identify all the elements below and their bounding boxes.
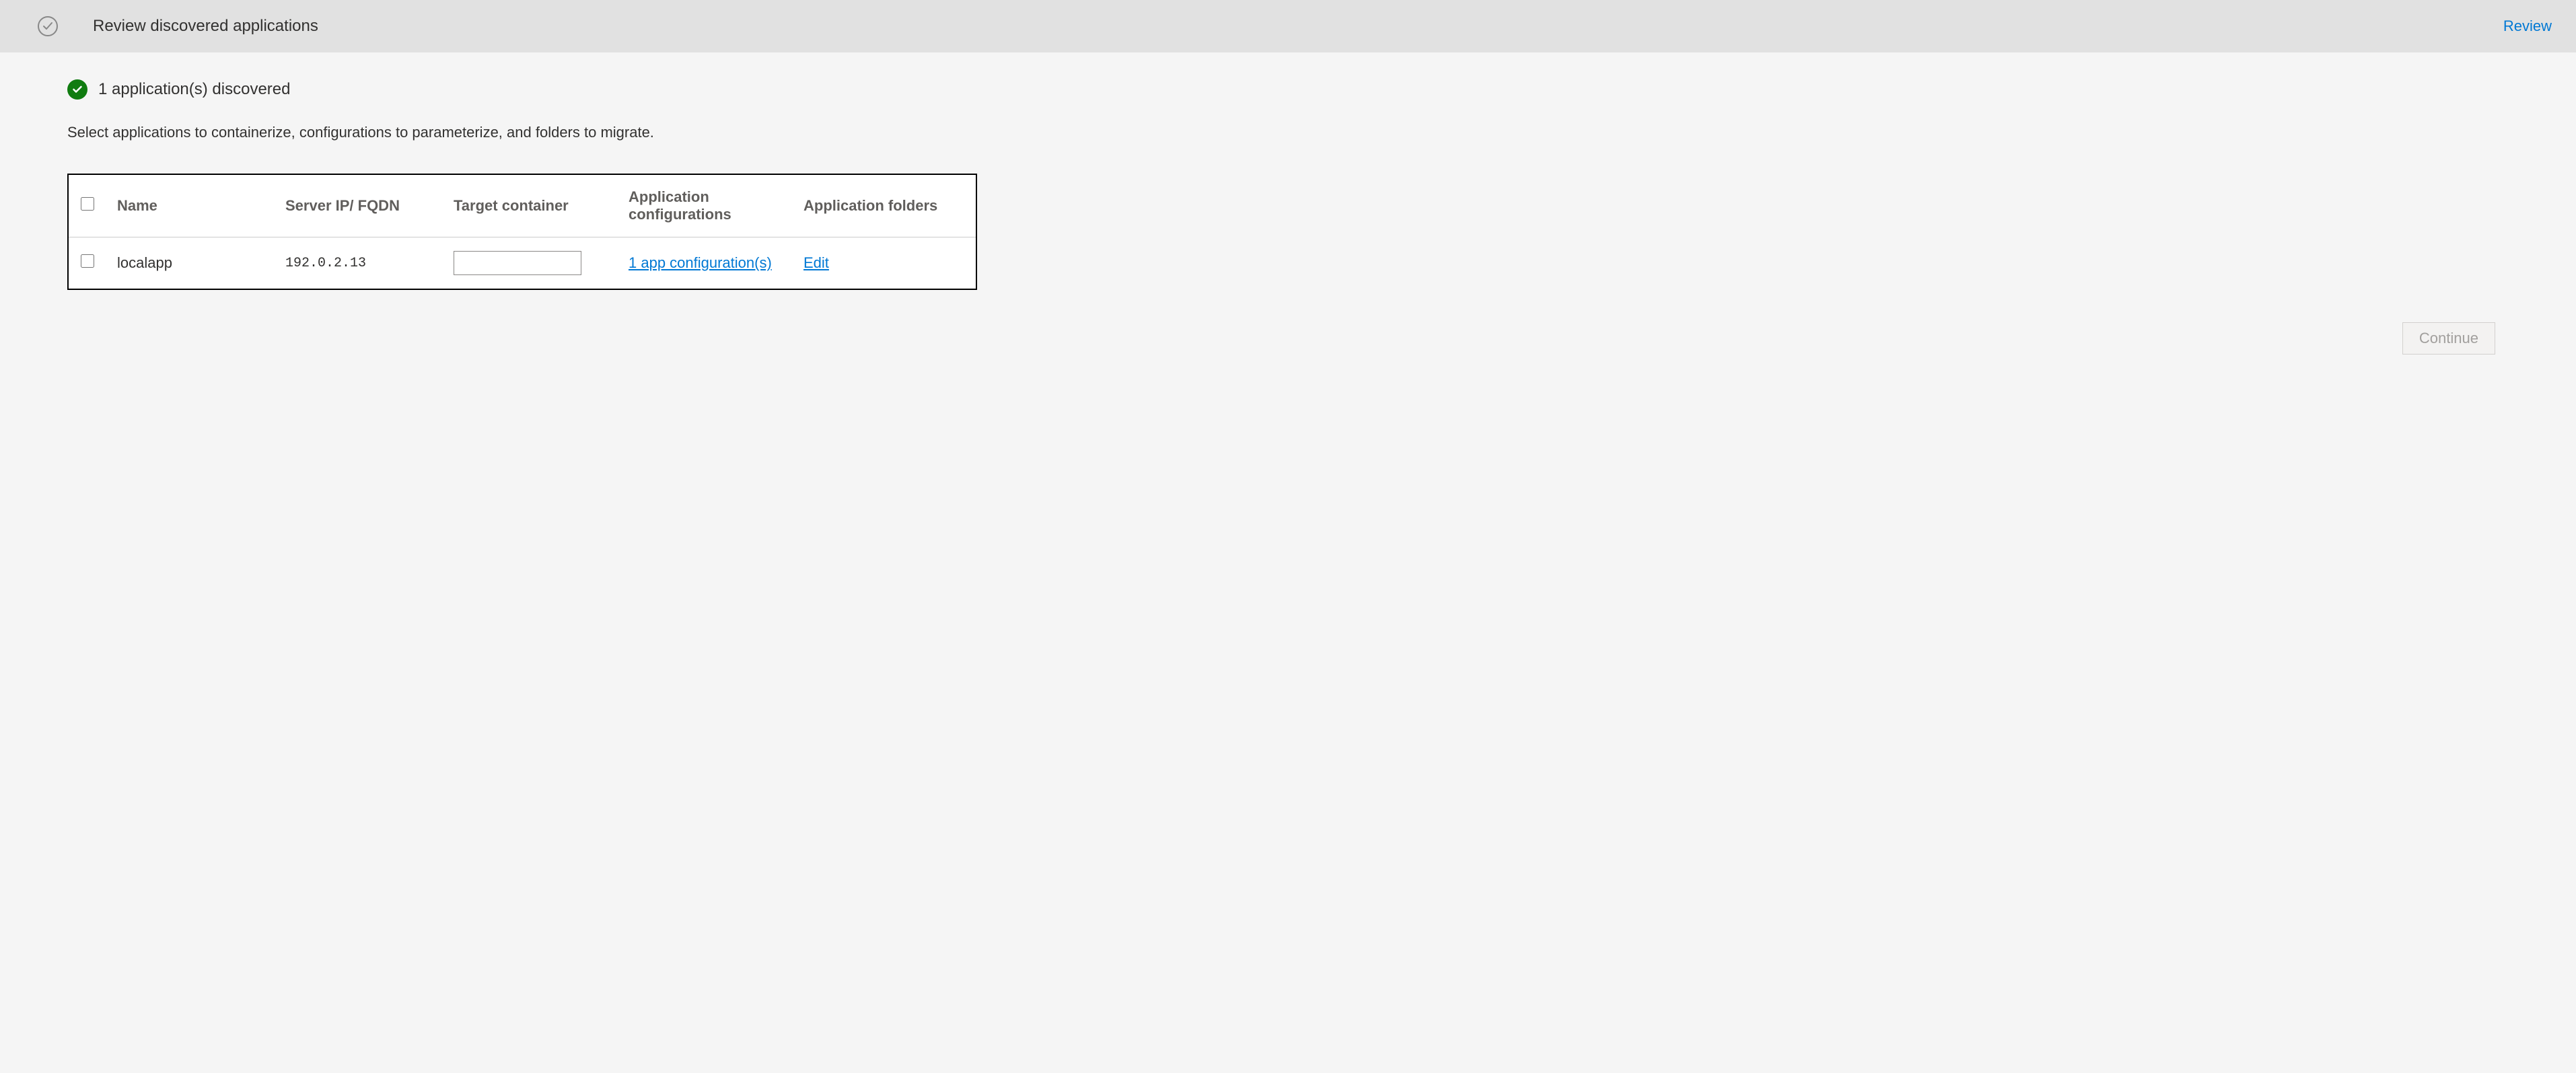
edit-folders-link[interactable]: Edit	[803, 254, 829, 271]
page-container: Review discovered applications Review 1 …	[0, 0, 2576, 398]
table-row: localapp 192.0.2.13 1 app configuration(…	[69, 237, 976, 289]
continue-button[interactable]: Continue	[2402, 322, 2495, 355]
row-configs-cell: 1 app configuration(s)	[618, 237, 793, 289]
step-status-icon	[38, 16, 58, 36]
row-checkbox[interactable]	[81, 254, 94, 268]
row-target-cell	[443, 237, 618, 289]
step-title: Review discovered applications	[93, 17, 318, 36]
column-folders: Application folders	[793, 175, 976, 237]
row-select-cell	[69, 237, 106, 289]
applications-table: Name Server IP/ FQDN Target container Ap…	[67, 174, 977, 290]
success-icon	[67, 79, 87, 100]
row-name: localapp	[106, 237, 275, 289]
content-area: 1 application(s) discovered Select appli…	[0, 52, 2576, 398]
discovery-status: 1 application(s) discovered	[67, 79, 2509, 100]
column-target: Target container	[443, 175, 618, 237]
row-folders-cell: Edit	[793, 237, 976, 289]
review-link[interactable]: Review	[2503, 17, 2552, 35]
row-server: 192.0.2.13	[275, 237, 443, 289]
app-configurations-link[interactable]: 1 app configuration(s)	[629, 254, 772, 271]
instruction-text: Select applications to containerize, con…	[67, 124, 2509, 141]
header-left: Review discovered applications	[38, 16, 318, 36]
footer-actions: Continue	[67, 290, 2509, 371]
status-message: 1 application(s) discovered	[98, 80, 290, 99]
target-container-input[interactable]	[454, 251, 581, 275]
column-server: Server IP/ FQDN	[275, 175, 443, 237]
step-header: Review discovered applications Review	[0, 0, 2576, 52]
column-configs: Application configurations	[618, 175, 793, 237]
column-select-all	[69, 175, 106, 237]
column-name: Name	[106, 175, 275, 237]
select-all-checkbox[interactable]	[81, 197, 94, 211]
table-header-row: Name Server IP/ FQDN Target container Ap…	[69, 175, 976, 237]
